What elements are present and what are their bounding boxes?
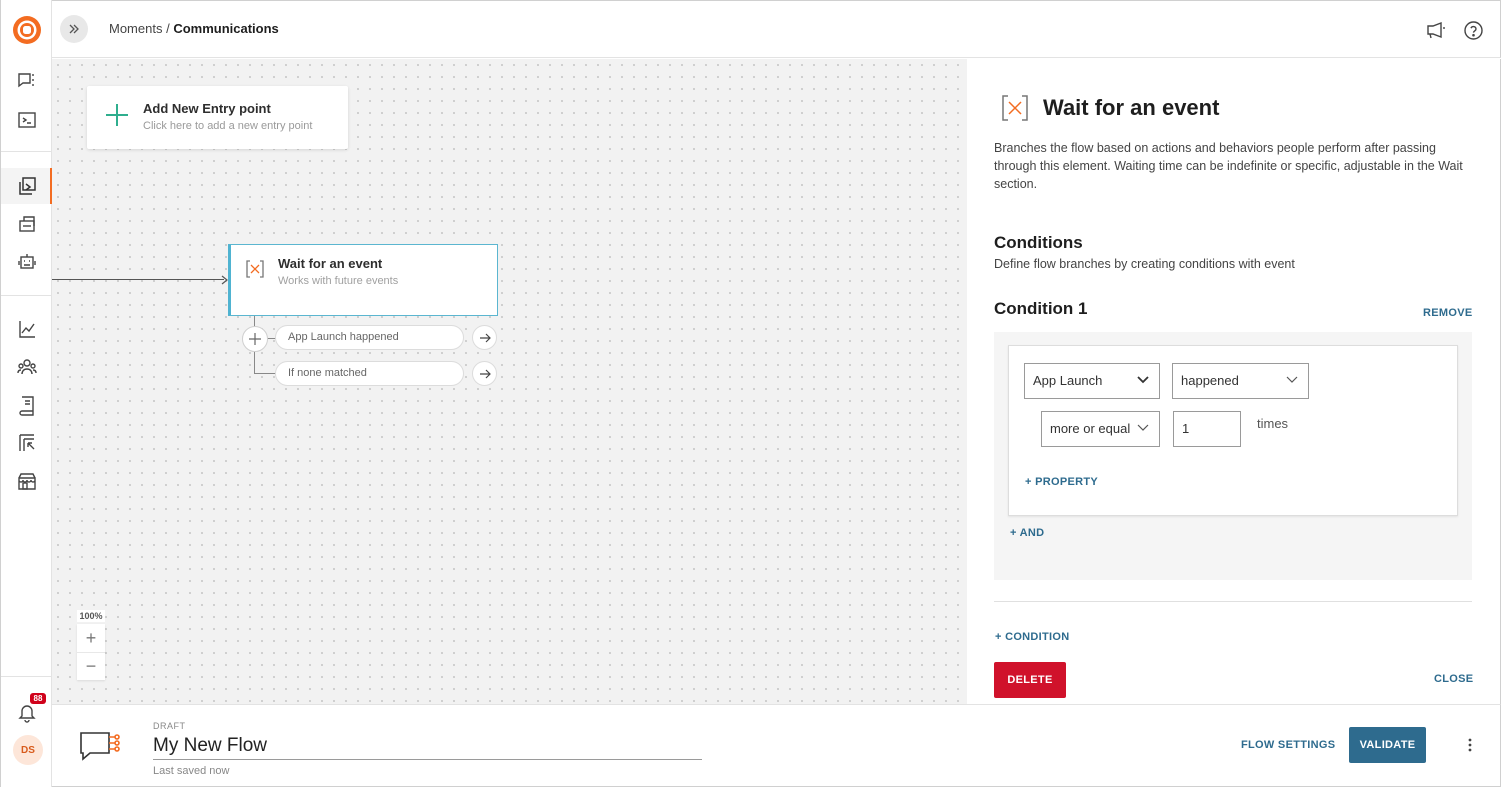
occurrence-select-value: happened xyxy=(1181,373,1239,388)
branch-connector xyxy=(254,373,276,374)
flow-canvas[interactable]: Add New Entry point Click here to add a … xyxy=(52,59,967,704)
branch-next-button[interactable] xyxy=(472,361,497,386)
announcements-megaphone-icon[interactable] xyxy=(1425,19,1447,41)
flow-settings-button[interactable]: FLOW SETTINGS xyxy=(1241,739,1335,751)
people-icon[interactable] xyxy=(15,355,39,379)
flow-footer-bar: DRAFT My New Flow Last saved now FLOW SE… xyxy=(52,704,1501,787)
event-select[interactable]: App Launch xyxy=(1024,363,1160,399)
content-book-icon[interactable] xyxy=(15,393,39,417)
broadcast-icon[interactable] xyxy=(15,212,39,236)
arrow-right-icon xyxy=(479,333,491,342)
node-subtitle: Works with future events xyxy=(278,275,399,287)
more-options-icon[interactable] xyxy=(1464,735,1476,755)
flow-name-input[interactable]: My New Flow xyxy=(153,735,702,760)
breadcrumb-parent[interactable]: Moments xyxy=(109,21,162,36)
zoom-out-button[interactable]: − xyxy=(77,652,105,680)
branch-next-button[interactable] xyxy=(472,325,497,350)
chevron-down-icon xyxy=(1286,376,1298,383)
automation-robot-icon[interactable] xyxy=(15,250,39,274)
flow-status: DRAFT xyxy=(153,721,186,731)
store-icon[interactable] xyxy=(15,469,39,493)
flow-chat-icon xyxy=(80,732,120,761)
panel-description: Branches the flow based on actions and b… xyxy=(994,141,1463,191)
count-input-value: 1 xyxy=(1182,421,1190,436)
zoom-in-button[interactable]: + xyxy=(77,624,105,652)
branch-pill[interactable]: If none matched xyxy=(275,361,464,386)
condition-card: App Launch happened more or equal 1 time… xyxy=(1008,345,1458,516)
chevron-down-icon xyxy=(1137,376,1149,384)
conditions-subheading: Define flow branches by creating conditi… xyxy=(994,257,1295,271)
occurrence-select[interactable]: happened xyxy=(1172,363,1309,399)
add-and-button[interactable]: + AND xyxy=(1010,527,1044,539)
analytics-chart-icon[interactable] xyxy=(15,317,39,341)
help-icon[interactable] xyxy=(1462,19,1484,41)
rail-divider xyxy=(1,151,52,152)
condition-container: App Launch happened more or equal 1 time… xyxy=(994,332,1472,580)
wait-for-event-node[interactable]: Wait for an event Works with future even… xyxy=(228,244,498,316)
add-entry-point-card[interactable]: Add New Entry point Click here to add a … xyxy=(87,86,348,149)
conversations-icon[interactable] xyxy=(15,69,39,93)
delete-button[interactable]: DELETE xyxy=(994,662,1066,698)
node-title: Wait for an event xyxy=(278,256,383,271)
arrow-right-icon xyxy=(479,369,491,378)
notification-count-badge: 88 xyxy=(30,693,46,704)
entry-card-subtitle: Click here to add a new entry point xyxy=(143,120,313,132)
breadcrumb-separator: / xyxy=(162,21,174,36)
comparator-select[interactable]: more or equal xyxy=(1041,411,1160,447)
times-label: times xyxy=(1257,416,1289,431)
entry-card-title: Add New Entry point xyxy=(143,101,271,116)
top-header: Moments / Communications xyxy=(52,0,1501,58)
add-property-button[interactable]: + PROPERTY xyxy=(1025,476,1098,488)
last-saved-text: Last saved now xyxy=(153,765,230,777)
chevron-down-icon xyxy=(1137,424,1149,431)
zoom-controls: 100% + − xyxy=(77,610,105,680)
user-avatar[interactable]: DS xyxy=(13,735,43,765)
plus-icon xyxy=(106,104,128,126)
zoom-level: 100% xyxy=(77,610,105,622)
panel-title: Wait for an event xyxy=(1043,95,1220,120)
plus-icon xyxy=(249,333,261,345)
count-input[interactable]: 1 xyxy=(1173,411,1241,447)
breadcrumb: Moments / Communications xyxy=(109,21,279,36)
wait-event-icon xyxy=(1002,95,1028,121)
comparator-select-value: more or equal xyxy=(1050,421,1131,436)
conditions-heading: Conditions xyxy=(994,233,1083,252)
remove-condition-button[interactable]: REMOVE xyxy=(1423,307,1472,319)
expand-sidebar-button[interactable] xyxy=(60,15,88,43)
add-branch-button[interactable] xyxy=(242,326,268,352)
exports-icon[interactable] xyxy=(15,431,39,455)
event-select-value: App Launch xyxy=(1033,373,1103,388)
brand-logo-icon[interactable] xyxy=(12,15,42,45)
element-settings-panel: Wait for an event Branches the flow base… xyxy=(967,59,1501,704)
left-navigation-rail: 88 DS xyxy=(0,0,52,787)
moments-icon[interactable] xyxy=(15,174,39,198)
breadcrumb-current: Communications xyxy=(173,21,279,36)
rail-divider xyxy=(1,295,52,296)
flow-connector-line xyxy=(52,279,224,280)
close-button[interactable]: CLOSE xyxy=(1434,673,1473,685)
panel-divider xyxy=(994,601,1472,602)
branch-pill[interactable]: App Launch happened xyxy=(275,325,464,350)
wait-event-icon xyxy=(246,260,264,278)
terminal-icon[interactable] xyxy=(15,108,39,132)
validate-button[interactable]: VALIDATE xyxy=(1349,727,1426,763)
condition-title: Condition 1 xyxy=(994,299,1088,318)
add-condition-button[interactable]: + CONDITION xyxy=(995,631,1070,643)
rail-divider xyxy=(1,676,52,677)
double-chevron-right-icon xyxy=(69,24,79,34)
